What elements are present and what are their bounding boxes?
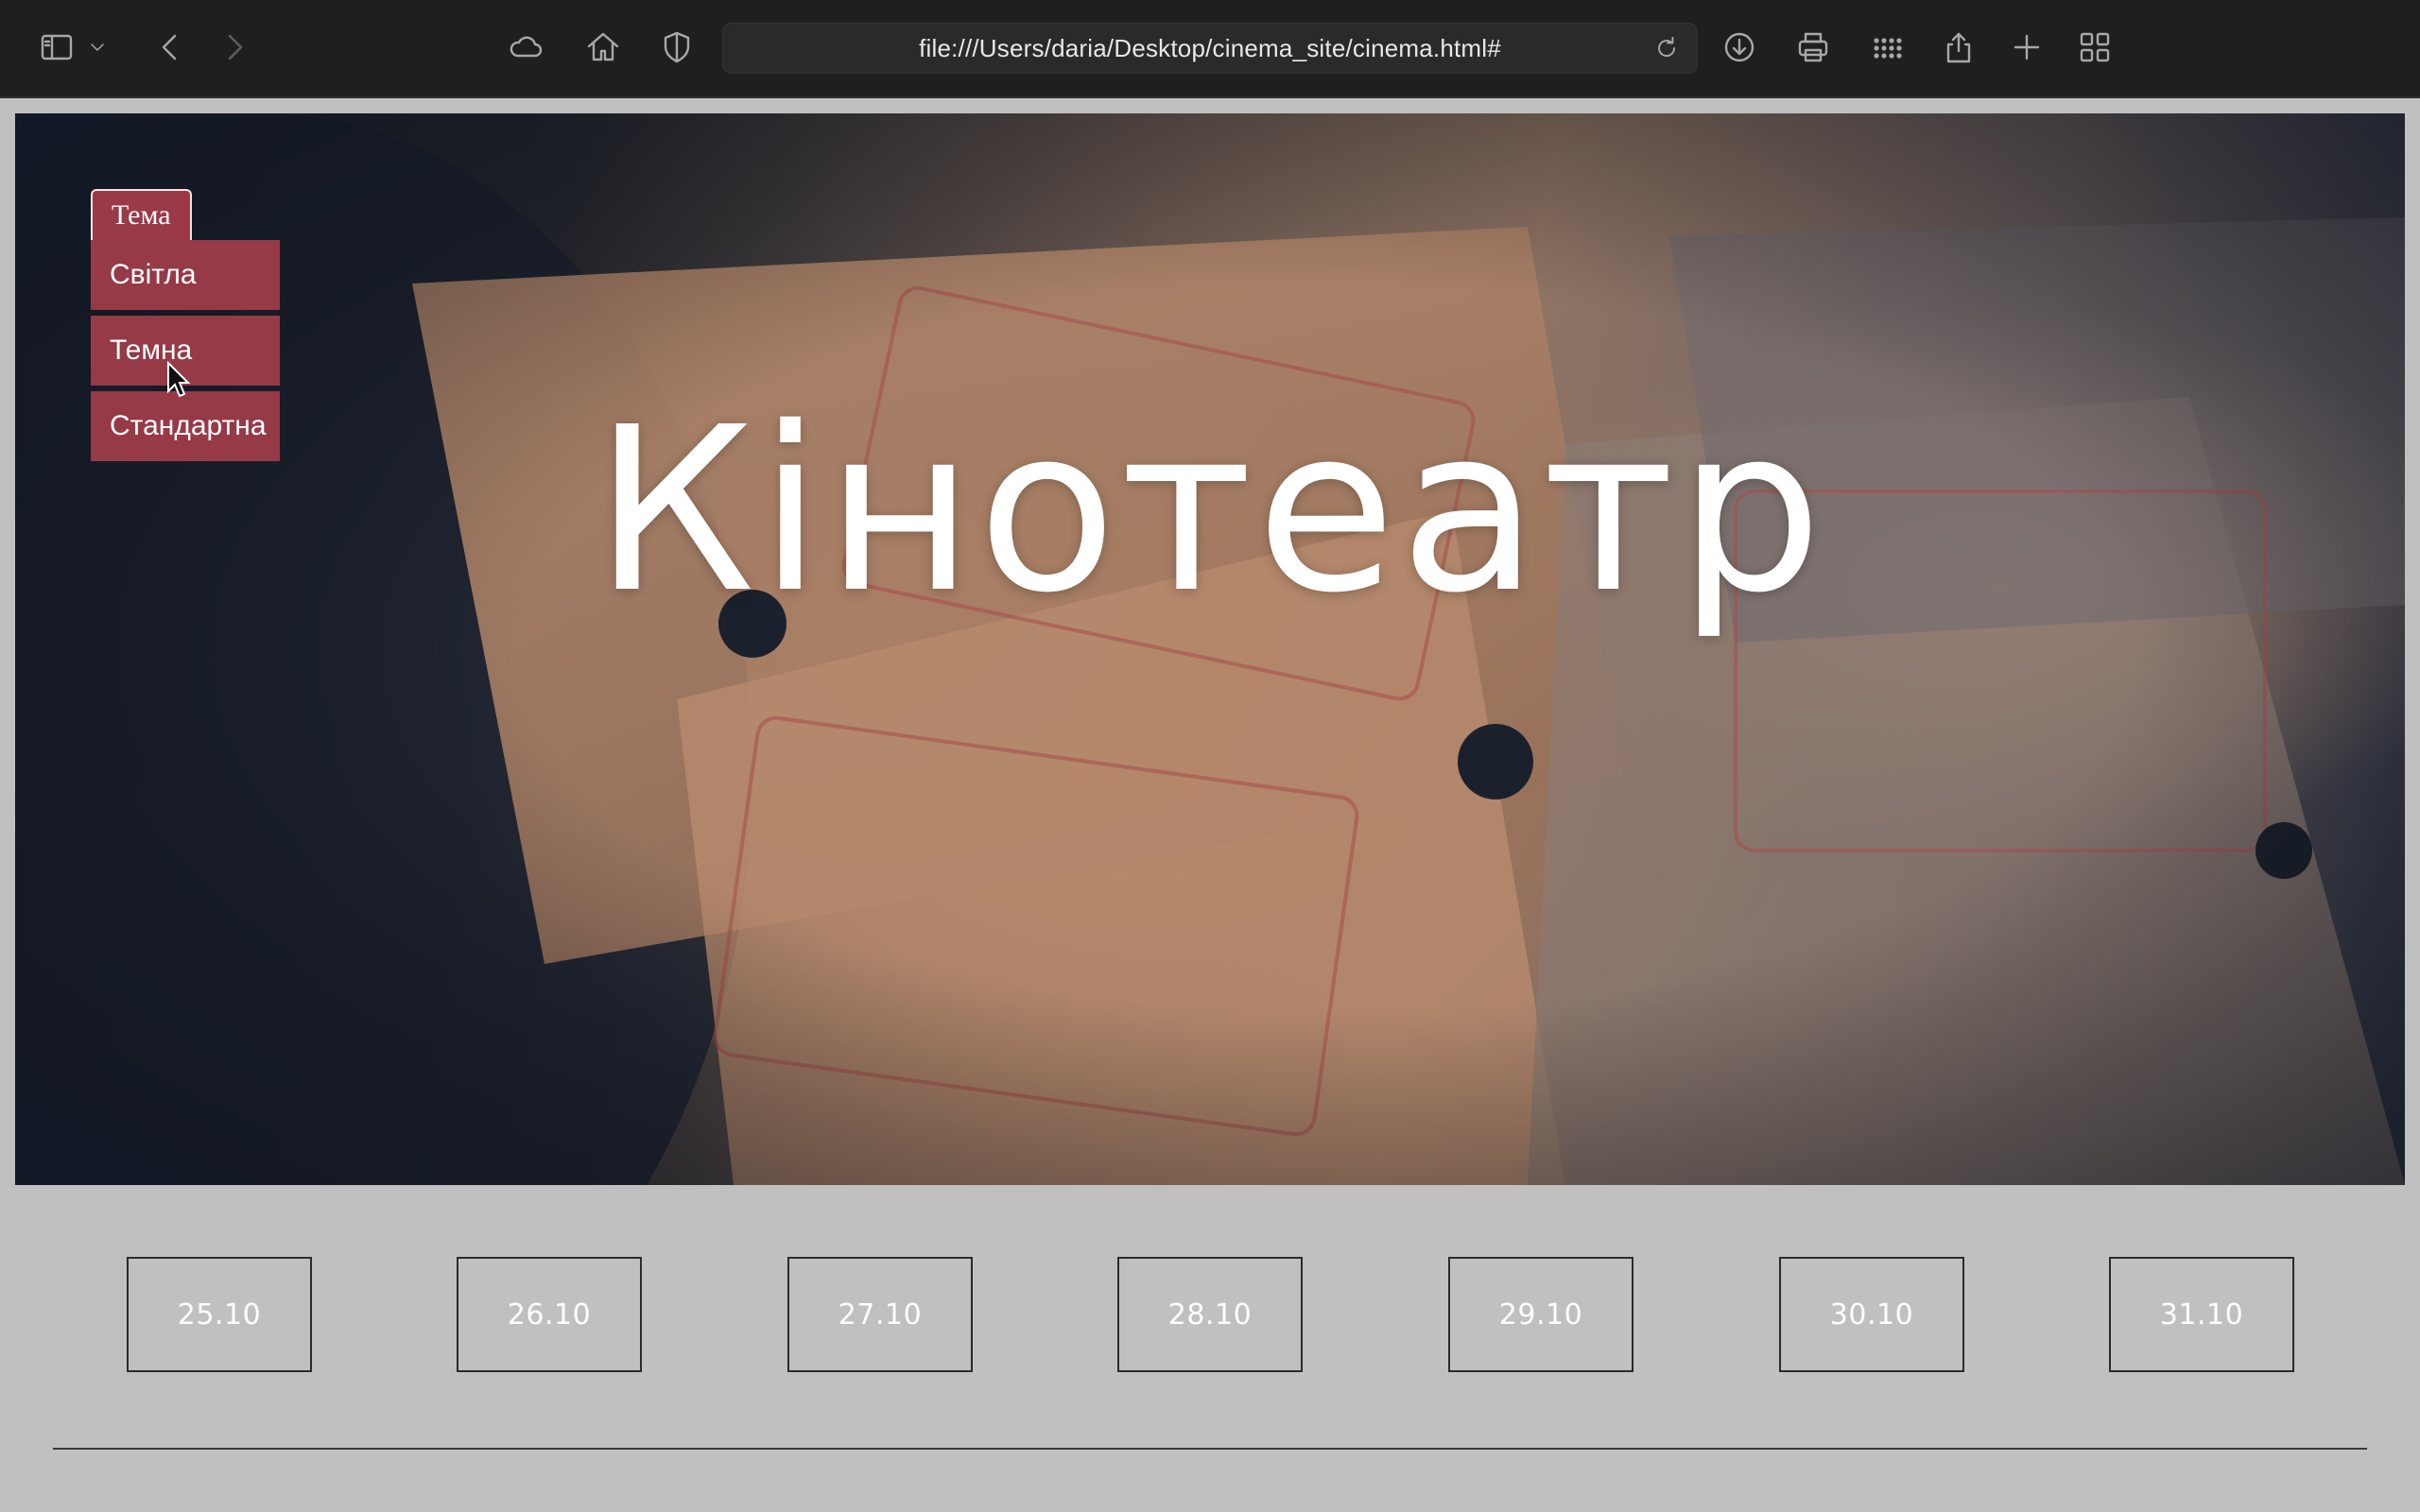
hero-background-image <box>15 113 2405 1185</box>
shield-icon[interactable] <box>654 25 700 70</box>
theme-option-standard[interactable]: Стандартна <box>91 391 280 461</box>
new-tab-icon[interactable] <box>2004 25 2049 70</box>
date-button[interactable]: 26.10 <box>457 1257 642 1372</box>
date-selector: 25.10 26.10 27.10 28.10 29.10 30.10 31.1… <box>0 1257 2420 1372</box>
home-icon[interactable] <box>580 25 626 70</box>
date-button[interactable]: 29.10 <box>1448 1257 1634 1372</box>
grid-apps-icon[interactable] <box>1864 25 1910 70</box>
mouse-cursor-icon <box>167 361 191 398</box>
back-icon[interactable] <box>147 25 193 70</box>
date-button[interactable]: 31.10 <box>2109 1257 2294 1372</box>
reload-icon[interactable] <box>1644 26 1689 71</box>
chevron-down-icon[interactable] <box>83 25 112 70</box>
date-button[interactable]: 27.10 <box>787 1257 973 1372</box>
browser-toolbar: file:///Users/daria/Desktop/cinema_site/… <box>0 0 2420 98</box>
sidebar-icon[interactable] <box>34 25 79 70</box>
printer-icon[interactable] <box>1790 25 1836 70</box>
date-button[interactable]: 30.10 <box>1779 1257 1964 1372</box>
share-icon[interactable] <box>1936 25 1981 70</box>
tab-overview-icon[interactable] <box>2072 25 2118 70</box>
url-text: file:///Users/daria/Desktop/cinema_site/… <box>919 33 1501 62</box>
theme-option-light[interactable]: Світла <box>91 240 280 310</box>
download-icon[interactable] <box>1717 25 1762 70</box>
date-button[interactable]: 28.10 <box>1117 1257 1303 1372</box>
cloud-icon[interactable] <box>503 25 548 70</box>
hero-banner: Кінотеатр Тема Світла Темна Стандартна <box>15 113 2405 1185</box>
theme-dropdown-menu: Світла Темна Стандартна <box>91 240 280 467</box>
page-title: Кінотеатр <box>594 378 1826 643</box>
section-divider <box>53 1448 2367 1450</box>
forward-icon[interactable] <box>212 25 257 70</box>
date-button[interactable]: 25.10 <box>127 1257 312 1372</box>
theme-dropdown-button[interactable]: Тема <box>91 189 192 240</box>
web-page: Кінотеатр Тема Світла Темна Стандартна 2… <box>0 100 2420 1512</box>
address-bar[interactable]: file:///Users/daria/Desktop/cinema_site/… <box>722 23 1698 74</box>
